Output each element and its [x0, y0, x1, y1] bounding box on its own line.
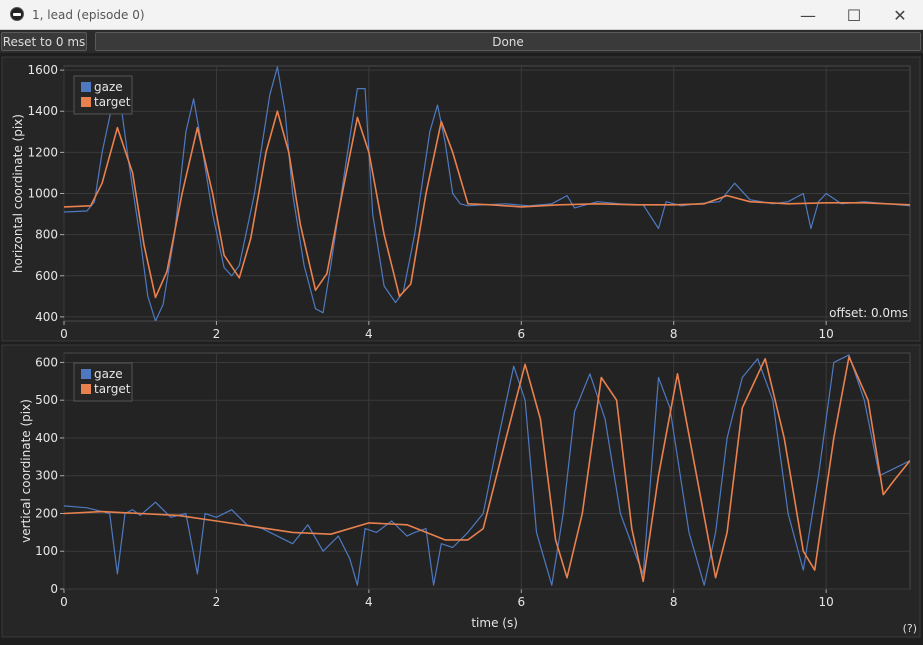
x-tick-label: 0: [60, 595, 68, 609]
app-logo-icon: [10, 7, 24, 21]
x-tick-label: 10: [819, 595, 834, 609]
window-title: 1, lead (episode 0): [32, 8, 145, 22]
chart-panel-2: 0 2 4 6 8 100100200300400500600vertical coord…: [1, 344, 921, 638]
y-tick-label: 300: [35, 469, 58, 483]
legend: gazetarget: [73, 75, 133, 115]
y-axis-label: vertical coordinate (pix): [19, 399, 33, 543]
y-tick-label: 500: [35, 393, 58, 407]
x-tick-label: 2: [213, 595, 221, 609]
x-tick-label: 8: [670, 327, 678, 341]
legend-label-gaze: gaze: [94, 80, 123, 94]
y-tick-label: 1000: [27, 187, 58, 201]
y-tick-label: 400: [35, 310, 58, 324]
legend-swatch-gaze: [81, 82, 91, 92]
y-tick-label: 1400: [27, 104, 58, 118]
x-tick-label: 4: [365, 595, 373, 609]
y-tick-label: 600: [35, 269, 58, 283]
help-button[interactable]: (?): [903, 622, 917, 635]
y-tick-label: 1200: [27, 145, 58, 159]
x-tick-label: 4: [365, 327, 373, 341]
y-tick-label: 0: [50, 582, 58, 596]
minimize-icon[interactable]: —: [785, 0, 831, 30]
y-tick-label: 200: [35, 506, 58, 520]
y-axis-label: horizontal coordinate (pix): [11, 114, 25, 273]
maximize-icon[interactable]: ☐: [831, 0, 877, 30]
close-icon[interactable]: ✕: [877, 0, 923, 30]
plots-area: 0 2 4 6 8 10 400 600 800 1000 1200 1400 1600 horizont…: [0, 53, 923, 641]
x-tick-label: 6: [517, 327, 525, 341]
x-tick-label: 8: [670, 595, 678, 609]
x-tick-label: 10: [819, 327, 834, 341]
y-tick-label: 100: [35, 544, 58, 558]
legend-swatch-target: [81, 97, 91, 107]
offset-annotation: offset: 0.0ms: [829, 306, 908, 320]
legend: gazetarget: [73, 362, 133, 402]
reset-button[interactable]: Reset to 0 ms: [1, 32, 87, 51]
y-tick-label: 800: [35, 228, 58, 242]
legend-label-target: target: [94, 382, 131, 396]
x-tick-label: 2: [213, 327, 221, 341]
legend-label-gaze: gaze: [94, 367, 123, 381]
legend-swatch-gaze: [81, 369, 91, 379]
y-tick-label: 1600: [27, 63, 58, 77]
title-bar: 1, lead (episode 0) — ☐ ✕: [0, 0, 923, 30]
x-tick-label: 6: [517, 595, 525, 609]
legend-swatch-target: [81, 384, 91, 394]
y-tick-label: 600: [35, 355, 58, 369]
chart-panel-1: 0 2 4 6 8 10 400 600 800 1000 1200 1400 1600 horizont…: [1, 56, 921, 342]
plot-area: [63, 352, 911, 590]
x-tick-label: 0: [60, 327, 68, 341]
legend-label-target: target: [94, 95, 131, 109]
done-button[interactable]: Done: [95, 32, 921, 51]
y-tick-label: 400: [35, 431, 58, 445]
x-axis-label: time (s): [471, 616, 518, 630]
charts-svg: 0 2 4 6 8 104006008001000120014001600horizont…: [1, 56, 921, 638]
toolbar: Reset to 0 ms Done: [0, 30, 923, 53]
